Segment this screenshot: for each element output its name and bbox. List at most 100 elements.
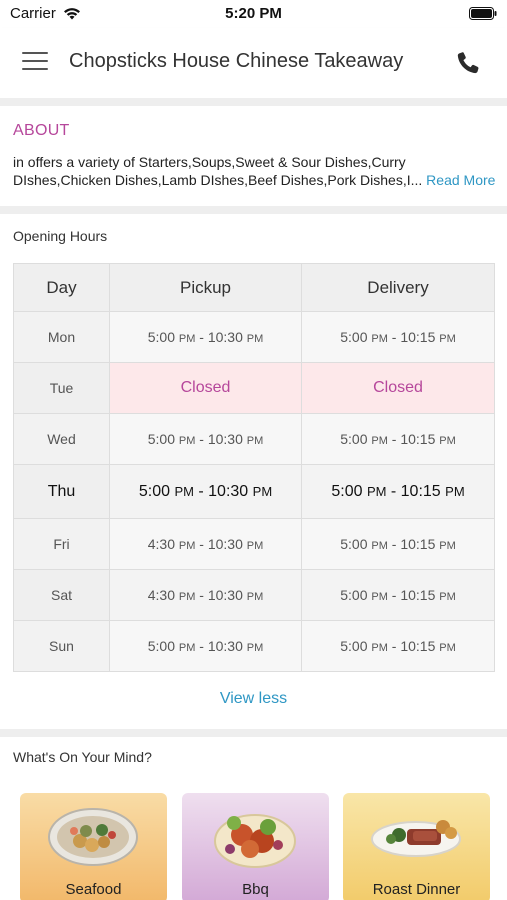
opening-hours-heading: Opening Hours — [13, 228, 108, 244]
divider — [0, 729, 507, 737]
delivery-cell: 5:00 PM - 10:15 PM — [301, 518, 495, 570]
am-pm-label: PM — [371, 642, 388, 654]
hours-row-sat: Sat 4:30 PM - 10:30 PM 5:00 PM - 10:15 P… — [13, 569, 495, 621]
whats-on-your-mind-section: What's On Your Mind? Seafood Bbq Roast D… — [0, 737, 507, 900]
am-pm-label: PM — [439, 333, 456, 345]
nav-header: Chopsticks House Chinese Takeaway — [0, 28, 507, 98]
delivery-open: 5:00 — [340, 329, 368, 345]
pickup-cell: 5:00 PM - 10:30 PM — [109, 464, 302, 519]
delivery-cell: 5:00 PM - 10:15 PM — [301, 569, 495, 621]
day-cell: Mon — [13, 311, 110, 363]
delivery-close: - 10:15 — [387, 536, 436, 552]
about-description: in offers a variety of Starters,Soups,Sw… — [13, 154, 423, 188]
delivery-open: 5:00 — [340, 587, 368, 603]
hours-row-mon: Mon 5:00 PM - 10:30 PM 5:00 PM - 10:15 P… — [13, 311, 495, 363]
pickup-close: - 10:30 — [195, 587, 243, 603]
category-label: Seafood — [65, 881, 122, 898]
pickup-open: 5:00 — [147, 638, 175, 654]
pickup-close: - 10:30 — [193, 482, 249, 500]
am-pm-label: PM — [246, 540, 264, 552]
am-pm-label: PM — [439, 591, 456, 603]
hours-row-sun: Sun 5:00 PM - 10:30 PM 5:00 PM - 10:15 P… — [13, 620, 495, 672]
delivery-close: - 10:15 — [387, 431, 436, 447]
delivery-cell: 5:00 PM - 10:15 PM — [301, 413, 495, 465]
am-pm-label: PM — [371, 435, 388, 447]
roast-dinner-image — [371, 820, 461, 857]
pickup-cell: 4:30 PM - 10:30 PM — [109, 569, 302, 621]
divider — [0, 98, 507, 106]
delivery-closed-cell: Closed — [301, 362, 495, 414]
read-more-link[interactable]: Read More — [426, 172, 495, 188]
am-pm-label: PM — [178, 333, 196, 345]
pickup-open: 4:30 — [147, 587, 175, 603]
whats-on-your-mind-heading: What's On Your Mind? — [13, 749, 152, 765]
about-text: in offers a variety of Starters,Soups,Sw… — [13, 153, 498, 189]
pickup-closed-cell: Closed — [109, 362, 302, 414]
delivery-open: 5:00 — [331, 482, 363, 500]
pickup-open: 5:00 — [138, 482, 170, 500]
am-pm-label: PM — [445, 483, 465, 499]
am-pm-label: PM — [178, 591, 196, 603]
delivery-cell: 5:00 PM - 10:15 PM — [301, 311, 495, 363]
hours-row-wed: Wed 5:00 PM - 10:30 PM 5:00 PM - 10:15 P… — [13, 413, 495, 465]
day-cell: Thu — [13, 464, 110, 519]
category-card-bbq[interactable]: Bbq — [182, 793, 329, 900]
category-label: Bbq — [242, 881, 269, 898]
column-header-day: Day — [13, 263, 110, 312]
category-card-roast-dinner[interactable]: Roast Dinner — [343, 793, 490, 900]
category-label: Roast Dinner — [372, 881, 461, 898]
delivery-open: 5:00 — [340, 536, 368, 552]
pickup-cell: 5:00 PM - 10:30 PM — [109, 311, 302, 363]
pickup-close: - 10:30 — [195, 431, 243, 447]
am-pm-label: PM — [371, 540, 388, 552]
am-pm-label: PM — [174, 483, 194, 499]
am-pm-label: PM — [246, 642, 264, 654]
about-section: ABOUT in offers a variety of Starters,So… — [0, 106, 507, 206]
delivery-cell: 5:00 PM - 10:15 PM — [301, 620, 495, 672]
pickup-cell: 5:00 PM - 10:30 PM — [109, 620, 302, 672]
pickup-cell: 5:00 PM - 10:30 PM — [109, 413, 302, 465]
am-pm-label: PM — [439, 642, 456, 654]
delivery-close: - 10:15 — [387, 587, 436, 603]
am-pm-label: PM — [439, 540, 456, 552]
am-pm-label: PM — [178, 642, 196, 654]
day-cell: Sat — [13, 569, 110, 621]
am-pm-label: PM — [246, 333, 264, 345]
opening-hours-section: Opening Hours Day Pickup Delivery Mon 5:… — [0, 214, 507, 729]
status-bar: Carrier 5:20 PM — [0, 0, 507, 28]
about-heading: ABOUT — [13, 122, 70, 139]
pickup-close: - 10:30 — [195, 329, 243, 345]
delivery-close: - 10:15 — [386, 482, 441, 500]
delivery-open: 5:00 — [340, 638, 368, 654]
category-card-seafood[interactable]: Seafood — [20, 793, 167, 900]
am-pm-label: PM — [178, 540, 196, 552]
hours-row-thu: Thu 5:00 PM - 10:30 PM 5:00 PM - 10:15 P… — [13, 464, 495, 519]
am-pm-label: PM — [246, 435, 264, 447]
am-pm-label: PM — [178, 435, 196, 447]
am-pm-label: PM — [371, 333, 388, 345]
hours-row-fri: Fri 4:30 PM - 10:30 PM 5:00 PM - 10:15 P… — [13, 518, 495, 570]
menu-icon[interactable] — [22, 52, 48, 72]
pickup-open: 5:00 — [147, 329, 175, 345]
bbq-dish-image — [214, 814, 296, 868]
day-cell: Fri — [13, 518, 110, 570]
pickup-close: - 10:30 — [195, 638, 243, 654]
battery-icon — [469, 7, 497, 20]
delivery-close: - 10:15 — [387, 329, 436, 345]
delivery-close: - 10:15 — [387, 638, 436, 654]
delivery-cell: 5:00 PM - 10:15 PM — [301, 464, 495, 519]
hours-table: Day Pickup Delivery Mon 5:00 PM - 10:30 … — [13, 263, 495, 672]
view-less-link[interactable]: View less — [0, 690, 507, 708]
pickup-cell: 4:30 PM - 10:30 PM — [109, 518, 302, 570]
column-header-pickup: Pickup — [109, 263, 302, 312]
am-pm-label: PM — [246, 591, 264, 603]
am-pm-label: PM — [439, 435, 456, 447]
delivery-open: 5:00 — [340, 431, 368, 447]
day-cell: Sun — [13, 620, 110, 672]
pickup-close: - 10:30 — [195, 536, 243, 552]
phone-icon[interactable] — [455, 50, 481, 76]
day-cell: Tue — [13, 362, 110, 414]
column-header-delivery: Delivery — [301, 263, 495, 312]
am-pm-label: PM — [371, 591, 388, 603]
hours-row-tue: Tue Closed Closed — [13, 362, 495, 414]
